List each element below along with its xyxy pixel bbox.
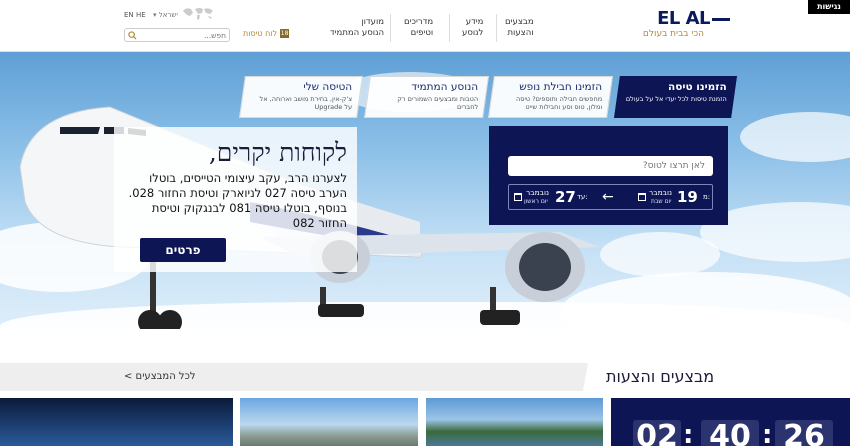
countdown-hours: 02: [633, 420, 681, 446]
countdown-digit: 6: [804, 419, 825, 446]
from-calendar-icon[interactable]: [638, 193, 646, 201]
countdown-colon: :: [683, 420, 694, 446]
nav-info-line1: מידע: [465, 17, 484, 27]
deal-card-nature[interactable]: [426, 398, 603, 446]
nav-divider: [390, 14, 391, 42]
slider-prev-button[interactable]: ‹: [117, 314, 121, 325]
tab-ff-title: הנוסע המתמיד: [411, 81, 479, 93]
promo-title: לקוחות יקרים,: [208, 138, 347, 167]
logo-wordmark: EL AL: [657, 8, 730, 29]
tab-vacation-desc: מחפשים חבילה ותוספים? טיסה ומלון, טוס וס…: [515, 95, 603, 111]
slider-next-button[interactable]: ›: [130, 314, 134, 325]
to-calendar-icon[interactable]: [514, 193, 522, 201]
deals-title: מבצעים והצעות: [606, 367, 715, 386]
nav-deals[interactable]: מבצעים והצעות: [505, 17, 534, 39]
promo-text: לצערנו הרב, עקב עיצומי הטייסים, בוטלו הע…: [128, 171, 347, 230]
tab-my-flight-title: הטיסה שלי: [303, 81, 353, 93]
from-day: 19: [677, 188, 698, 206]
lang-he[interactable]: HE: [136, 11, 146, 19]
countdown-minutes: 40: [701, 420, 759, 446]
countdown-colon: :: [762, 420, 773, 446]
site-search: [124, 28, 230, 42]
date-range-selector[interactable]: מ: 19 נובמבר יום שבת ← עד: 27 נובמבר יום…: [508, 184, 713, 210]
deal-card-night-sky[interactable]: [0, 398, 233, 446]
countdown-digit: 0: [730, 419, 751, 446]
elal-logo[interactable]: EL AL הכי בבית בעולם: [620, 8, 730, 44]
to-weekday: יום ראשון: [524, 198, 548, 205]
countdown-digit: 4: [709, 419, 730, 446]
nav-guides-line1: מדריכים: [404, 17, 434, 27]
lang-en[interactable]: EN: [124, 11, 134, 19]
accessibility-button[interactable]: נגישות: [808, 0, 850, 14]
search-input[interactable]: [136, 29, 226, 41]
from-label: מ:: [703, 193, 711, 201]
destination-input[interactable]: [508, 156, 713, 176]
logo-tagline: הכי בבית בעולם: [642, 29, 704, 39]
nav-guides[interactable]: מדריכים וטיפים: [404, 17, 433, 39]
countdown-seconds: 26: [775, 420, 833, 446]
countdown-digit: 2: [783, 419, 804, 446]
deal-card-city[interactable]: [240, 398, 418, 446]
nav-passenger-info[interactable]: מידע לנוסע: [462, 17, 483, 39]
countdown-digit: 0: [636, 419, 657, 446]
tab-book-flight-desc: הזמנת טיסות לכל יעדי אל על בעולם: [625, 95, 727, 103]
details-button[interactable]: פרטים: [140, 238, 226, 262]
tab-vacation-title: הזמינו חבילת נופש: [519, 81, 603, 93]
tab-frequent-flyer[interactable]: הנוסע המתמיד הטבות ומבצעים השמורים רק לח…: [364, 76, 489, 118]
from-weekday: יום שבת: [651, 198, 672, 205]
flights-board-label: לוח טיסות: [243, 29, 278, 38]
booking-panel: מ: 19 נובמבר יום שבת ← עד: 27 נובמבר יום…: [489, 126, 728, 225]
nav-ff-line2: הנוסע המתמיד: [330, 28, 385, 38]
nav-divider: [449, 14, 450, 42]
to-month: נובמבר: [526, 188, 550, 197]
nav-deals-line2: והצעות: [507, 28, 534, 38]
country-label: ישראל: [158, 11, 178, 19]
countdown-digit: 2: [657, 419, 678, 446]
deal-card-countdown[interactable]: 02 : 40 : 26: [611, 398, 850, 446]
to-label: עד:: [577, 193, 588, 201]
nav-info-line2: לנוסע: [462, 28, 484, 38]
hero-banner: הזמינו טיסה הזמנת טיסות לכל יעדי אל על ב…: [0, 52, 850, 329]
logo-brand-text: EL AL: [657, 8, 710, 29]
to-day: 27: [555, 188, 576, 206]
flights-board-icon: 18: [280, 29, 290, 38]
tab-ff-desc: הטבות ומבצעים השמורים רק לחברים: [397, 95, 479, 111]
country-selector[interactable]: ישראל ▾: [153, 11, 178, 19]
promo-notice: לקוחות יקרים, לצערנו הרב, עקב עיצומי הטי…: [114, 127, 357, 272]
from-month: נובמבר: [649, 188, 673, 197]
nav-frequent-flyer[interactable]: מועדון הנוסע המתמיד: [330, 17, 384, 39]
world-map-icon[interactable]: [181, 5, 215, 22]
nav-deals-line1: מבצעים: [505, 17, 534, 27]
all-deals-link[interactable]: לכל המבצעים >: [124, 371, 196, 382]
flights-board-link[interactable]: 18לוח טיסות: [243, 29, 290, 38]
tab-my-flight-desc: צ'ק-אין, בחירת מושב וארוחה, אל על Upgrad…: [259, 95, 353, 111]
arrow-left-icon: ←: [602, 189, 614, 205]
tab-vacation-package[interactable]: הזמינו חבילת נופש מחפשים חבילה ותוספים? …: [488, 76, 613, 118]
tab-my-flight[interactable]: הטיסה שלי צ'ק-אין, בחירת מושב וארוחה, אל…: [239, 76, 363, 118]
nav-guides-line2: וטיפים: [410, 28, 434, 38]
tab-book-flight[interactable]: הזמינו טיסה הזמנת טיסות לכל יעדי אל על ב…: [614, 76, 737, 118]
top-header: נגישות EL AL הכי בבית בעולם מבצעים והצעו…: [0, 0, 850, 52]
tab-book-flight-title: הזמינו טיסה: [667, 81, 727, 93]
nav-ff-line1: מועדון: [361, 17, 385, 27]
nav-divider: [496, 14, 497, 42]
